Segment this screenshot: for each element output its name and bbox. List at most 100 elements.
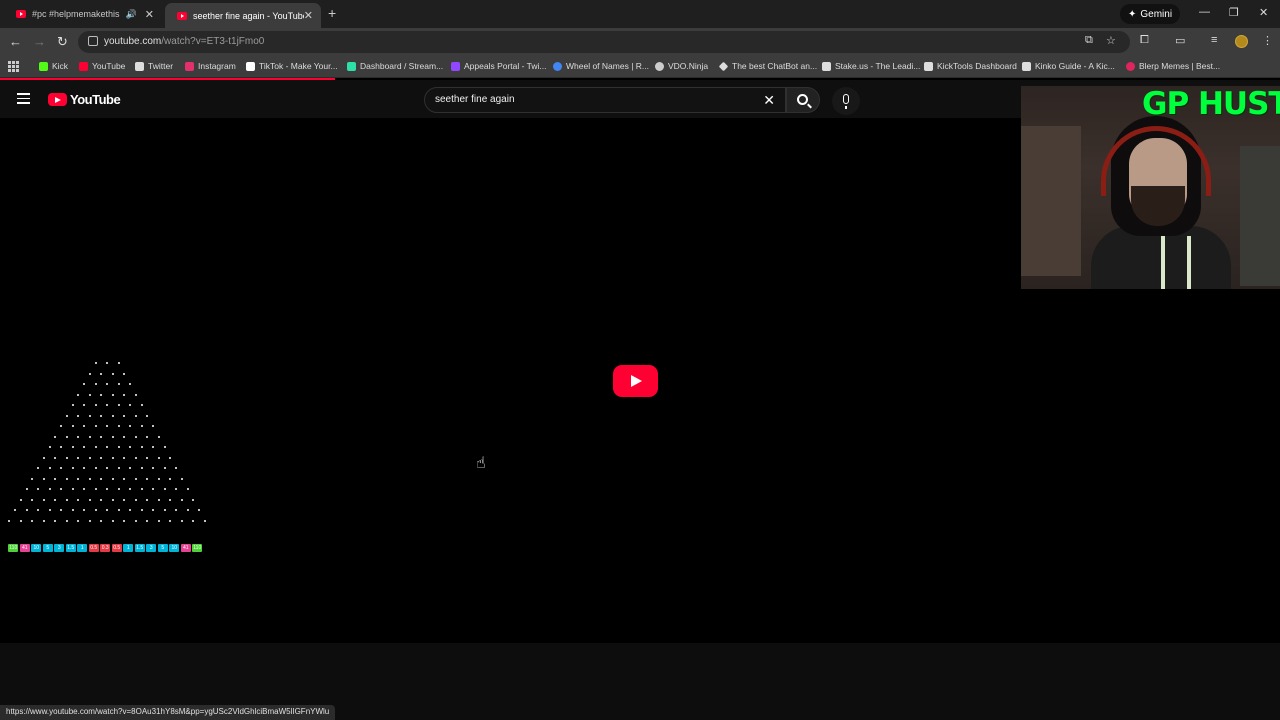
search-input[interactable]: seether fine again ✕ [424, 87, 786, 113]
bookmark-chatbot[interactable]: The best ChatBot an... [718, 61, 817, 71]
plinko-peg [134, 498, 137, 501]
profile-avatar[interactable] [1235, 35, 1248, 48]
plinko-peg [83, 404, 85, 406]
plinko-peg [77, 456, 80, 459]
plinko-peg [117, 404, 120, 406]
plinko-peg [65, 456, 68, 459]
plinko-peg [129, 446, 131, 448]
url-text: youtube.com/watch?v=ET3-t1jFmo0 [104, 36, 265, 47]
restore-icon[interactable]: ❐ [1229, 6, 1239, 19]
media-control-icon[interactable]: ≡ [1211, 34, 1217, 46]
plinko-peg [186, 509, 189, 511]
clear-search-icon[interactable]: ✕ [763, 92, 775, 109]
bookmark-tiktok[interactable]: TikTok - Make Your... [246, 61, 338, 71]
bookmark-star-icon[interactable]: ☆ [1106, 34, 1116, 47]
plinko-multiplier-slot: 1.5 [65, 544, 76, 552]
plinko-peg [83, 446, 85, 448]
microphone-stem [845, 106, 847, 109]
bookmarks-bar: Kick YouTube Twitter Instagram TikTok - … [0, 56, 1280, 78]
plinko-multiplier-slot: 1.5 [134, 544, 145, 552]
plinko-peg [83, 488, 85, 490]
plinko-peg [152, 509, 154, 511]
hamburger-menu-icon[interactable] [17, 93, 30, 107]
search-button[interactable] [786, 87, 820, 113]
plinko-peg [123, 477, 126, 480]
plinko-peg [117, 383, 120, 385]
plinko-peg [169, 477, 172, 480]
plinko-multiplier-slot: 5 [42, 544, 53, 552]
new-tab-button[interactable]: + [328, 5, 336, 21]
bookmark-appeals[interactable]: Appeals Portal - Twi... [451, 61, 547, 71]
plinko-peg [88, 498, 91, 501]
plinko-peg [117, 509, 120, 511]
plinko-peg [175, 488, 177, 490]
speaker-icon[interactable]: 🔊 [126, 9, 137, 20]
bookmark-twitter[interactable]: Twitter [135, 61, 173, 71]
plinko-peg [111, 477, 114, 480]
bookmark-wheel-of-names[interactable]: Wheel of Names | R... [553, 61, 649, 71]
plinko-peg [14, 509, 16, 511]
forward-icon[interactable]: → [33, 34, 46, 49]
cast-icon[interactable]: ▭ [1175, 34, 1185, 47]
plinko-peg [42, 519, 45, 522]
plinko-peg [88, 372, 91, 375]
plinko-peg [203, 519, 206, 522]
plinko-peg [83, 467, 85, 469]
close-window-icon[interactable]: ✕ [1259, 6, 1268, 19]
reload-icon[interactable]: ↻ [57, 34, 68, 50]
plinko-peg [77, 414, 80, 417]
bookmark-dashboard[interactable]: Dashboard / Stream... [347, 61, 443, 71]
back-icon[interactable]: ← [9, 34, 22, 49]
plinko-peg [146, 498, 149, 501]
plinko-peg [111, 435, 114, 438]
voice-search-button[interactable] [832, 87, 860, 115]
tab-kick-stream[interactable]: #pc #helpmemakethismake 🔊 ✕ [4, 3, 162, 25]
bookmark-kinko-guide[interactable]: Kinko Guide - A Kic... [1022, 61, 1115, 71]
plinko-peg [163, 467, 166, 469]
plinko-peg [71, 404, 74, 406]
bookmark-youtube[interactable]: YouTube [79, 61, 125, 71]
bookmark-instagram[interactable]: Instagram [185, 61, 236, 71]
plinko-peg [106, 509, 108, 511]
video-play-button[interactable] [613, 365, 658, 397]
apps-grid-icon[interactable] [8, 61, 19, 72]
extensions-icon[interactable]: ⧠ [1140, 34, 1149, 47]
site-info-icon[interactable] [88, 36, 98, 46]
plinko-peg [117, 425, 120, 427]
bookmark-kicktools[interactable]: KickTools Dashboard [924, 61, 1017, 71]
address-bar[interactable]: youtube.com/watch?v=ET3-t1jFmo0 [78, 31, 1130, 53]
plinko-peg [48, 488, 51, 490]
search-query: seether fine again [435, 94, 515, 105]
plinko-multiplier-slot: 0.5 [111, 544, 122, 552]
plinko-multiplier-slot: 0.3 [100, 544, 111, 552]
minimize-icon[interactable]: — [1199, 6, 1210, 18]
plinko-peg [42, 498, 45, 501]
close-tab-icon[interactable]: ✕ [304, 9, 313, 22]
plinko-peg [65, 435, 68, 438]
install-app-icon[interactable]: ⧉ [1085, 34, 1093, 47]
plinko-peg [71, 488, 74, 490]
plinko-peg [31, 477, 34, 480]
plinko-peg [123, 456, 126, 459]
gemini-button[interactable]: ✦ Gemini [1120, 4, 1181, 24]
bookmark-blerp[interactable]: Blerp Memes | Best... [1126, 61, 1220, 71]
background-shelf [1240, 146, 1280, 286]
plinko-peg [157, 519, 160, 522]
bookmark-stake[interactable]: Stake.us - The Leadi... [822, 61, 920, 71]
plinko-peg [169, 498, 172, 501]
plinko-peg [31, 498, 34, 501]
plinko-peg [60, 509, 62, 511]
tab-youtube-active[interactable]: seether fine again - YouTube ✕ [165, 3, 321, 28]
bookmark-vdo-ninja[interactable]: VDO.Ninja [655, 61, 708, 71]
close-tab-icon[interactable]: ✕ [145, 8, 154, 21]
plinko-peg [140, 509, 143, 511]
menu-icon[interactable]: ⋮ [1262, 34, 1273, 47]
plinko-peg [88, 477, 91, 480]
plinko-peg [106, 488, 108, 490]
plinko-peg [123, 393, 126, 396]
plinko-peg [152, 446, 154, 448]
tab-title: #pc #helpmemakethismake [32, 9, 120, 19]
bookmark-kick[interactable]: Kick [39, 61, 68, 71]
youtube-logo[interactable]: YouTube [48, 92, 121, 107]
plinko-peg [152, 425, 154, 427]
